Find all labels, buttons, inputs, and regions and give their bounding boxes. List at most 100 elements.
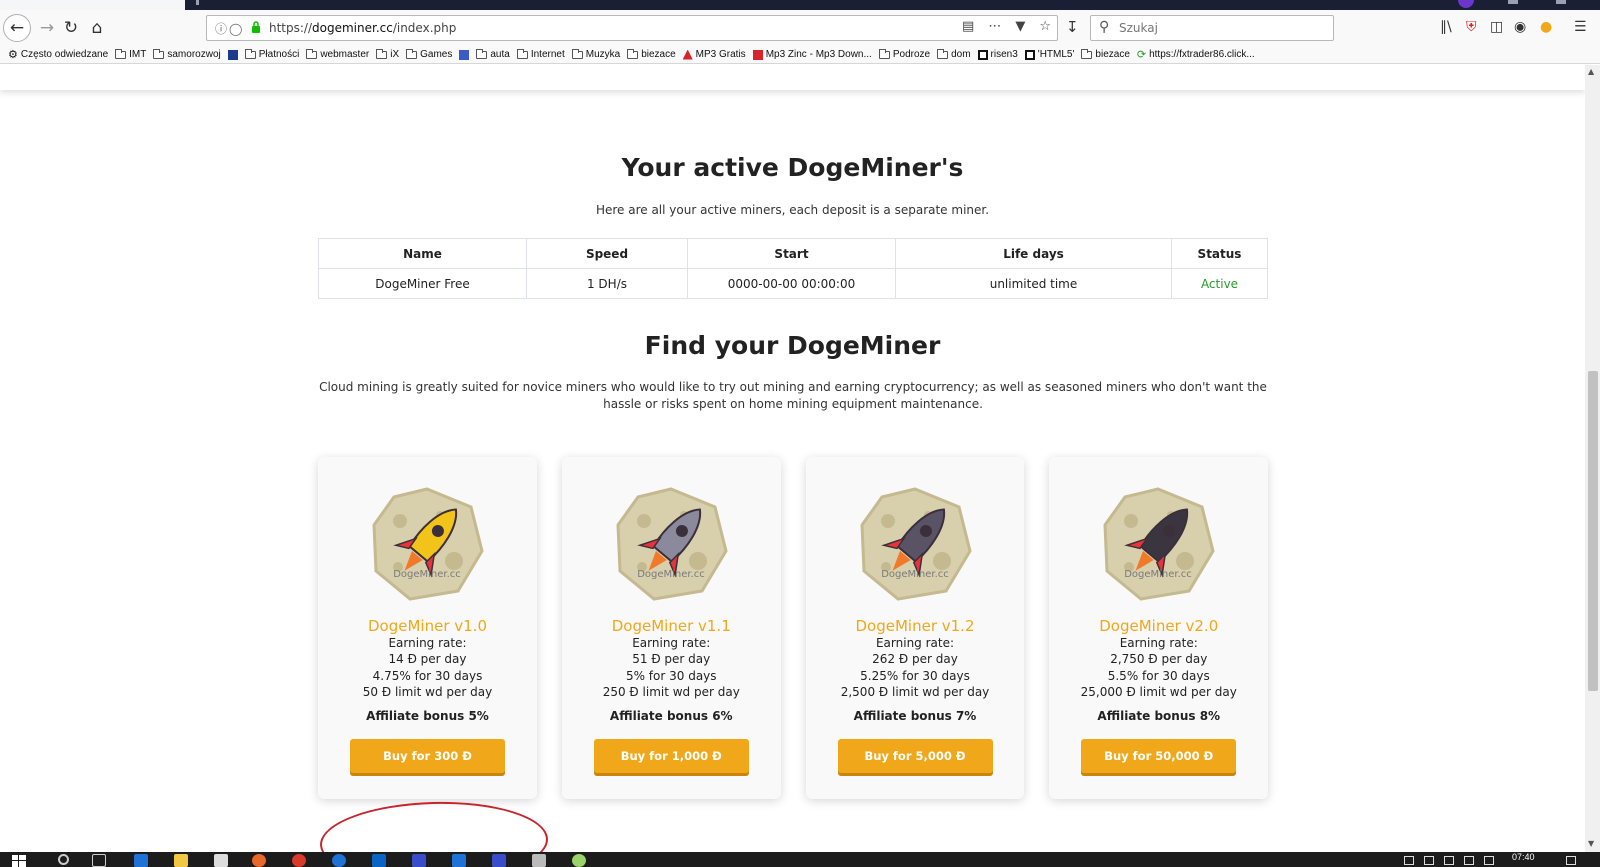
folder-icon [376,48,388,59]
bookmark-item[interactable]: risen3 [977,49,1018,60]
app-icon[interactable] [492,854,506,867]
page-viewport: Your active DogeMiner's Here are all you… [0,65,1585,852]
windows-start-icon[interactable] [12,855,26,867]
earning-percent: 5.25% for 30 days [860,668,970,683]
volume-icon[interactable] [1484,856,1494,865]
bookmark-item[interactable]: ⟳ https://fxtrader86.click... [1137,48,1255,61]
app-icon[interactable] [214,854,228,867]
outlook-icon[interactable] [372,854,386,867]
earning-per-day: 14 Ð per day [388,652,467,667]
app-icon[interactable] [572,854,586,867]
scroll-down-icon[interactable]: ▼ [1588,839,1594,848]
buy-button[interactable]: Buy for 300 Ð [350,739,505,773]
buy-button[interactable]: Buy for 5,000 Ð [837,739,993,773]
download-icon[interactable]: ↧ [1066,18,1079,36]
plan-details: Earning rate: 14 Ð per day 4.75% for 30 da… [318,635,537,701]
profile-icon[interactable] [1458,0,1474,8]
active-miners-subtitle: Here are all your active miners, each de… [595,203,990,217]
app-icon[interactable] [452,854,466,867]
close-window-icon[interactable] [1556,0,1566,4]
menu-icon[interactable]: ☰ [1574,19,1587,35]
page-icon [1024,49,1035,60]
tray-icon[interactable] [1404,856,1414,865]
plan-details: Earning rate: 2,750 Ð per day 5.5% for 30 … [1049,635,1268,701]
bookmark-item[interactable]: ⚙ Często odwiedzane [8,48,108,61]
column-header: Life days [895,238,1172,269]
firefox-icon[interactable] [252,854,266,867]
page-actions-icon[interactable]: ⋯ [988,19,1001,34]
bookmark-item[interactable]: Internet [516,48,565,60]
scroll-thumb[interactable] [1588,371,1598,691]
watermark-text: DogeMiner.cc [637,569,705,580]
plan-card: DogeMiner.cc DogeMiner v1.2 Earning rate: 2… [805,457,1025,799]
folder-icon [476,48,488,59]
network-icon[interactable] [1464,856,1474,865]
app-icon[interactable] [532,854,546,867]
bookmark-item[interactable]: biezace [627,48,676,60]
address-bar[interactable]: ⓘ◯ https://dogeminer.cc/index.php ▤ ⋯ ▼ … [206,15,1058,41]
forward-arrow-icon[interactable]: → [34,15,60,41]
navigation-toolbar: ← → ↻ ⌂ ⓘ◯ https://dogeminer.cc/index.ph… [0,10,1600,46]
reader-view-icon[interactable]: ▤ [962,19,974,34]
shield-icon[interactable]: ⛨ [1466,19,1477,35]
bookmark-item[interactable] [227,49,238,60]
app-icon[interactable] [412,854,426,867]
search-icon[interactable] [58,854,69,865]
chrome-icon[interactable] [292,854,306,867]
home-icon[interactable]: ⌂ [84,15,110,41]
bookmark-item[interactable]: dom [937,48,971,60]
folder-icon[interactable] [174,854,188,867]
bookmark-item[interactable]: webmaster [306,48,370,60]
pocket-icon[interactable]: ▼ [1015,19,1025,34]
scroll-up-icon[interactable]: ▲ [1588,67,1594,76]
bookmark-star-icon[interactable]: ☆ [1039,19,1051,34]
bookmark-label: webmaster [320,49,370,60]
bookmark-item[interactable]: iX [376,48,399,60]
bookmark-item[interactable]: auta [476,48,510,60]
bookmark-item[interactable]: Płatności [244,48,299,60]
bookmark-item[interactable]: Mp3 Zinc - Mp3 Down... [752,49,872,60]
buy-button[interactable]: Buy for 1,000 Ð [593,739,749,773]
refresh-icon: ⟳ [1136,49,1147,61]
site-info-icon[interactable]: ⓘ◯ [215,20,244,37]
bookmark-item[interactable]: samorozwoj [153,48,221,60]
app-icon [227,49,238,60]
back-arrow-icon[interactable]: ← [3,14,31,42]
extension-badge-icon[interactable]: ● [1540,19,1552,35]
column-header: Start [687,238,896,269]
buy-button[interactable]: Buy for 50,000 Ð [1081,739,1237,773]
tray-icon[interactable] [1424,856,1434,865]
mp3-icon [682,49,693,60]
bookmark-item[interactable]: Podroze [878,48,931,60]
bookmark-item[interactable]: Games [406,48,452,60]
library-icon[interactable]: ∥\ [1440,19,1452,35]
vertical-scrollbar[interactable]: ▲ ▼ [1585,65,1600,852]
bookmark-item[interactable]: MP3 Gratis [682,49,746,60]
minimize-icon[interactable] [1508,0,1518,4]
sidebar-icon[interactable]: ◫ [1490,19,1503,35]
earning-rate-label: Earning rate: [1119,636,1198,650]
bookmark-label: Podroze [892,49,931,60]
plan-name: DogeMiner v1.1 [611,617,731,635]
edge-icon[interactable] [134,854,148,867]
bookmark-item[interactable]: 'HTML5' [1024,49,1074,60]
task-view-icon[interactable] [92,854,106,867]
miner-name: DogeMiner Free [318,268,527,299]
earning-percent: 4.75% for 30 days [372,668,483,683]
reload-icon[interactable]: ↻ [58,15,84,41]
bookmark-item[interactable]: IMT [115,48,146,60]
bookmark-item[interactable] [459,49,470,60]
notifications-icon[interactable] [1566,856,1576,865]
earning-percent: 5% for 30 days [625,668,717,683]
bookmark-item[interactable]: Muzyka [571,48,620,60]
bookmark-item[interactable]: biezace [1081,48,1130,60]
folder-icon [306,48,318,59]
folder-icon [937,48,949,59]
active-tab[interactable] [0,0,185,10]
search-bar[interactable]: ⚲ Szukaj [1090,15,1334,41]
clock[interactable]: 07:40 [1512,852,1535,862]
extension-icon[interactable]: ◉ [1514,19,1526,35]
bookmark-label: auta [490,49,510,60]
app-icon[interactable] [332,854,346,867]
tray-icon[interactable] [1444,856,1454,865]
